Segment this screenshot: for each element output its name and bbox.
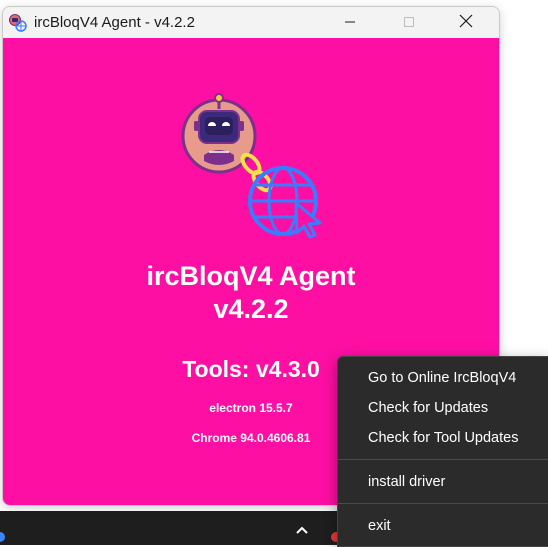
menu-item-check-updates[interactable]: Check for Updates <box>338 393 548 423</box>
maximize-button[interactable] <box>386 7 432 38</box>
menu-item-install-driver[interactable]: install driver <box>338 467 548 497</box>
window-title: ircBloqV4 Agent - v4.2.2 <box>34 14 195 31</box>
close-button[interactable] <box>443 7 489 38</box>
title-bar[interactable]: ircBloqV4 Agent - v4.2.2 <box>3 7 499 38</box>
context-menu: Go to Online IrcBloqV4 Check for Updates… <box>337 356 548 547</box>
agent-name: ircBloqV4 Agent <box>146 261 356 291</box>
menu-divider <box>338 459 548 460</box>
minimize-button[interactable] <box>327 7 373 38</box>
agent-version: v4.2.2 <box>213 294 289 324</box>
minimize-icon <box>344 13 356 32</box>
agent-heading: ircBloqV4 Agent v4.2.2 <box>3 260 499 326</box>
menu-item-check-tool-updates[interactable]: Check for Tool Updates <box>338 423 548 453</box>
menu-item-go-online[interactable]: Go to Online IrcBloqV4 <box>338 363 548 393</box>
chevron-up-icon[interactable] <box>292 520 312 540</box>
close-icon <box>459 13 473 32</box>
menu-divider <box>338 503 548 504</box>
taskbar-app-icon[interactable] <box>0 528 6 542</box>
robot-globe-logo-icon <box>179 89 329 239</box>
maximize-icon <box>403 13 415 32</box>
app-logo-icon <box>8 13 28 33</box>
menu-item-exit[interactable]: exit <box>338 511 548 541</box>
